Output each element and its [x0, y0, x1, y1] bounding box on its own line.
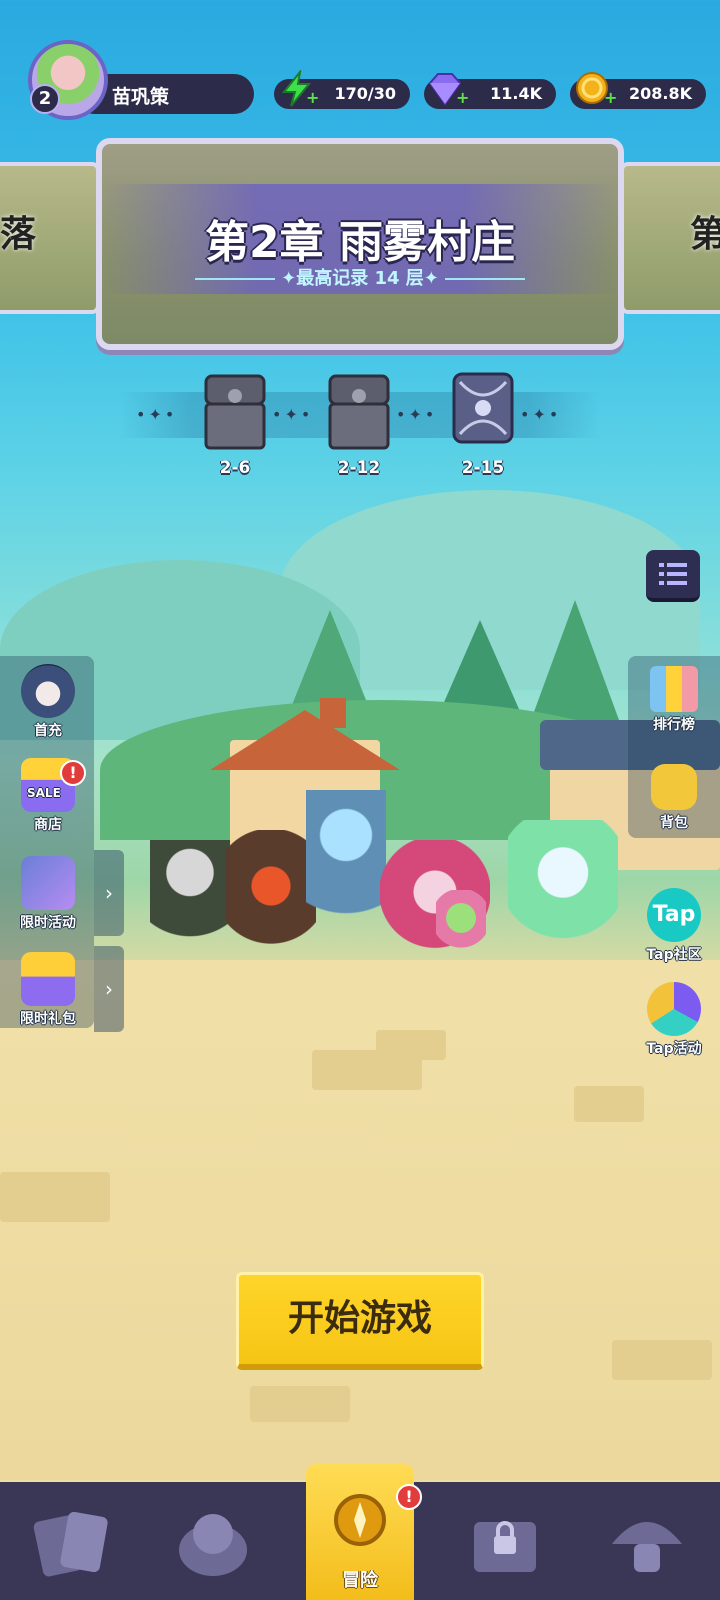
start-game-button[interactable]: 开始游戏: [236, 1272, 484, 1370]
divider: [195, 278, 276, 280]
energy-add-button[interactable]: +: [306, 88, 319, 107]
gift-box-icon: [21, 952, 75, 1006]
chest-stage-label: 2-15: [461, 458, 505, 478]
divider: [444, 278, 525, 280]
player-level-badge: 2: [30, 84, 60, 114]
shop-label: 商店: [34, 817, 62, 833]
hero-ice-mage: [306, 790, 386, 970]
chapter-title: 第2章 雨雾村庄: [205, 217, 515, 268]
reward-chest-3[interactable]: [450, 368, 516, 454]
menu-button[interactable]: [646, 550, 700, 602]
first-recharge-icon: [21, 664, 75, 718]
track-dots: •✦•: [520, 405, 562, 424]
limited-event-button[interactable]: 限时活动: [6, 856, 90, 932]
hero-knight: [226, 830, 316, 970]
nav-locked-tab[interactable]: [460, 1500, 550, 1584]
tap-community-button[interactable]: Tap Tap社区: [632, 888, 716, 964]
lock-icon: [474, 1521, 536, 1572]
player-name: 苗巩策: [112, 86, 170, 108]
tap-logo-text: Tap: [652, 902, 696, 927]
shop-alert-badge: !: [60, 760, 86, 786]
best-record-text: 最高记录 14 层: [296, 268, 424, 289]
track-dots: •✦•: [272, 405, 314, 424]
gem-value: 11.4K: [490, 84, 542, 103]
reward-chest-2[interactable]: [326, 368, 392, 454]
coin-value: 208.8K: [628, 84, 692, 103]
leaderboard-label: 排行榜: [653, 717, 695, 733]
limited-gift-expand-button[interactable]: ›: [94, 946, 124, 1032]
hero-wind-elf: [508, 820, 618, 970]
chapter-best-record: ✦最高记录 14 层✦: [102, 264, 618, 290]
limited-event-expand-button[interactable]: ›: [94, 850, 124, 936]
hero-helmet-icon: [179, 1514, 247, 1576]
nav-cards-tab[interactable]: [28, 1500, 118, 1584]
chest-stage-label: 2-12: [337, 458, 381, 478]
prev-chapter-title: 落: [0, 214, 37, 255]
compass-map-icon: [334, 1494, 386, 1546]
chapter-card[interactable]: 第2章 雨雾村庄 ✦最高记录 14 层✦: [96, 138, 624, 350]
tap-logo-icon: Tap: [647, 888, 701, 942]
track-dots: •✦•: [136, 405, 178, 424]
limited-gift-label: 限时礼包: [20, 1011, 76, 1027]
nav-heroes-tab[interactable]: [168, 1500, 258, 1584]
cottage-roof: [210, 710, 400, 770]
backpack-button[interactable]: 背包: [632, 764, 716, 832]
tap-event-button[interactable]: Tap活动: [632, 982, 716, 1058]
sale-tag: SALE: [27, 786, 61, 800]
cards-icon: [33, 1511, 108, 1577]
coin-add-button[interactable]: +: [604, 88, 617, 107]
reward-chest-1[interactable]: [202, 368, 268, 454]
bow-icon: [21, 856, 75, 910]
list-icon: [659, 563, 687, 585]
nav-adventure-label: 冒险: [342, 1570, 378, 1591]
limited-gift-button[interactable]: 限时礼包: [6, 952, 90, 1028]
leaderboard-button[interactable]: 排行榜: [632, 666, 716, 734]
ground-tile: [250, 1386, 350, 1422]
gem-add-button[interactable]: +: [456, 88, 469, 107]
tap-event-label: Tap活动: [646, 1041, 702, 1057]
first-recharge-button[interactable]: 首充: [6, 664, 90, 740]
backpack-icon: [651, 764, 697, 810]
chest-stage-label: 2-6: [219, 458, 251, 478]
hero-archer: [150, 840, 230, 970]
mushroom-icon: [612, 1522, 682, 1572]
ground-tile: [376, 1030, 446, 1060]
backpack-label: 背包: [660, 815, 688, 831]
chimney: [320, 698, 346, 728]
nav-guild-tab[interactable]: [602, 1500, 692, 1584]
podium-icon: [650, 666, 698, 712]
energy-value: 170/30: [334, 84, 396, 103]
adventure-alert-badge: !: [396, 1484, 422, 1510]
next-chapter-title: 第: [690, 214, 720, 255]
tap-event-icon: [647, 982, 701, 1036]
ground-tile: [574, 1086, 644, 1122]
limited-event-label: 限时活动: [20, 915, 76, 931]
track-dots: •✦•: [396, 405, 438, 424]
ground-tile: [0, 1172, 110, 1222]
tap-community-label: Tap社区: [646, 947, 702, 963]
first-recharge-label: 首充: [34, 723, 62, 739]
hero-fairy: [436, 890, 486, 960]
ground-tile: [612, 1340, 712, 1380]
